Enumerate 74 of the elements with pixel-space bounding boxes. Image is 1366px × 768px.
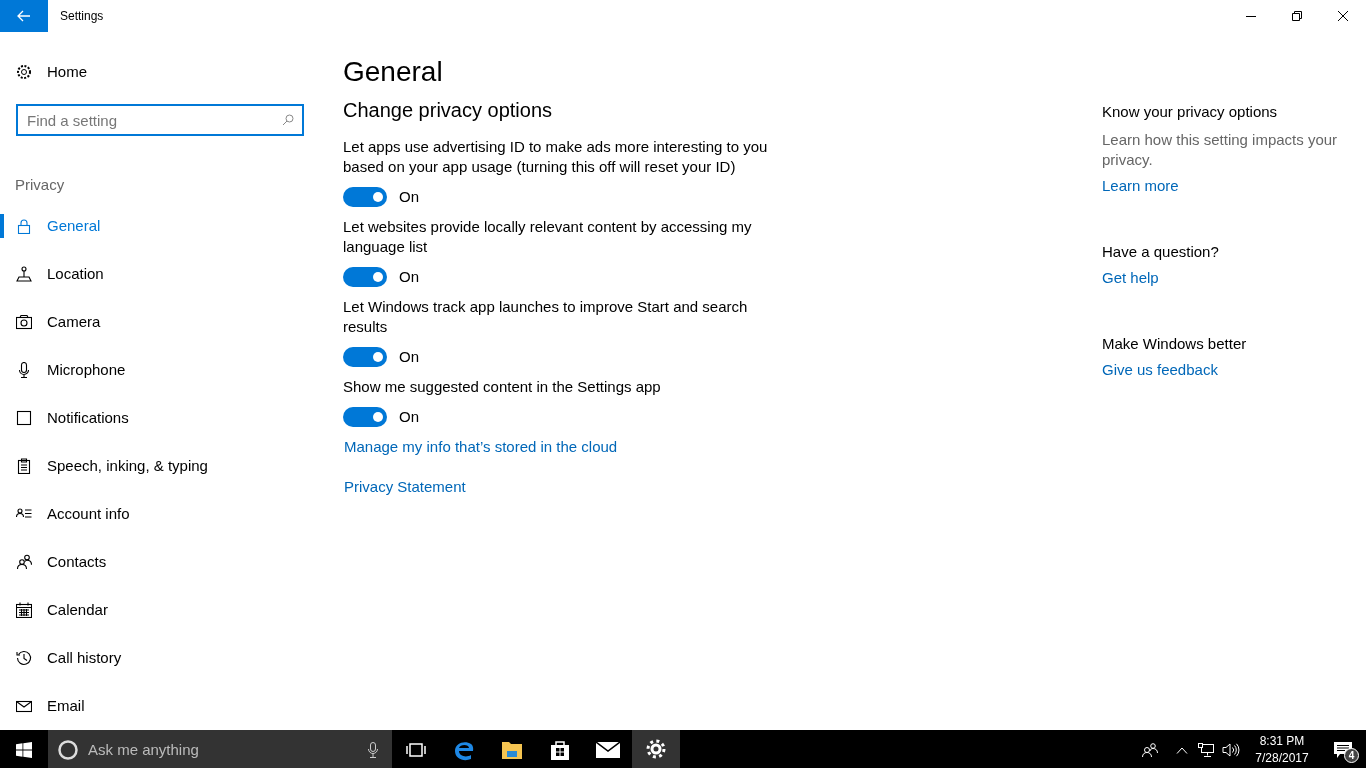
- toggle-switch[interactable]: [343, 407, 387, 427]
- toggle-state-label: On: [399, 406, 419, 427]
- setting-description: Show me suggested content in the Settings app: [343, 377, 662, 397]
- task-view-icon: [406, 743, 426, 757]
- privacy-nav-item[interactable]: Email: [0, 682, 320, 730]
- privacy-nav-item[interactable]: Notifications: [0, 394, 320, 442]
- windows-logo-icon: [16, 742, 32, 758]
- action-center-button[interactable]: 4: [1320, 730, 1366, 768]
- microphone-icon: [16, 362, 32, 378]
- gear-icon: [16, 64, 32, 80]
- circle-icon: [58, 740, 78, 760]
- square-icon: [16, 410, 32, 426]
- section-title: Change privacy options: [343, 98, 553, 123]
- toggle-switch[interactable]: [343, 187, 387, 207]
- aside-heading: Have a question?: [1102, 242, 1220, 262]
- network-icon: [1198, 743, 1214, 757]
- taskbar-search-field[interactable]: Ask me anything: [48, 730, 392, 768]
- person-pin-icon: [16, 266, 32, 282]
- back-button[interactable]: [0, 0, 48, 32]
- setting-description: Let apps use advertising ID to make ads more interesting to you based on your app usage (turning this off will reset your ID): [343, 137, 769, 177]
- link[interactable]: Privacy Statement: [344, 477, 466, 497]
- setting-description: Let websites provide locally relevant content by accessing my language list: [343, 217, 753, 257]
- restore-icon: [1292, 11, 1302, 21]
- letter-e-icon: [453, 739, 475, 761]
- minimize-icon: [1246, 15, 1256, 17]
- privacy-nav-item[interactable]: Speech, inking, & typing: [0, 442, 320, 490]
- window-title: Settings: [60, 8, 104, 25]
- toggle-state-label: On: [399, 346, 419, 367]
- folder-icon: [501, 740, 523, 760]
- people-icon: [1142, 743, 1158, 757]
- privacy-nav-item[interactable]: Location: [0, 250, 320, 298]
- calendar-icon: [16, 602, 32, 618]
- speaker-icon: [1222, 743, 1240, 757]
- settings-button[interactable]: [632, 730, 680, 768]
- clipboard-icon: [16, 458, 32, 474]
- setting-description: Let Windows track app launches to improve Start and search results: [343, 297, 749, 337]
- link[interactable]: Manage my info that’s stored in the cloud: [344, 437, 618, 457]
- aside-heading: Make Windows better: [1102, 334, 1248, 354]
- privacy-nav-item[interactable]: Call history: [0, 634, 320, 682]
- envelope-icon: [16, 698, 32, 714]
- privacy-nav-item[interactable]: General: [0, 202, 320, 250]
- search-icon: [282, 114, 294, 126]
- search-field[interactable]: Find a setting: [16, 104, 304, 136]
- section-heading: Privacy: [14, 175, 66, 195]
- clock-button[interactable]: 8:31 PM 7/28/2017: [1244, 730, 1320, 768]
- home-nav-item[interactable]: Home: [0, 52, 320, 92]
- aside-text: Learn how this setting impacts your privacy.: [1102, 130, 1339, 170]
- shopping-bag-icon: [550, 739, 570, 761]
- envelope-icon: [596, 742, 620, 758]
- chevron-up-icon: [1176, 746, 1188, 754]
- privacy-nav-item[interactable]: Account info: [0, 490, 320, 538]
- camera-icon: [16, 314, 32, 330]
- toggle-switch[interactable]: [343, 347, 387, 367]
- microphone-icon: [368, 742, 378, 758]
- back-arrow-icon: [17, 10, 31, 22]
- privacy-nav-item[interactable]: Calendar: [0, 586, 320, 634]
- clock-arrow-icon: [16, 650, 32, 666]
- privacy-nav-item[interactable]: Microphone: [0, 346, 320, 394]
- link[interactable]: Get help: [1102, 268, 1159, 288]
- gear-icon: [646, 739, 666, 759]
- notification-count-badge: 4: [1344, 748, 1359, 763]
- selection-indicator: [0, 214, 4, 238]
- close-icon: [1338, 11, 1348, 21]
- aside-heading: Know your privacy options: [1102, 102, 1279, 122]
- link[interactable]: Give us feedback: [1102, 360, 1218, 380]
- page-title: General: [343, 55, 444, 89]
- privacy-nav-item[interactable]: Contacts: [0, 538, 320, 586]
- toggle-switch[interactable]: [343, 267, 387, 287]
- lock-icon: [16, 218, 32, 234]
- link[interactable]: Learn more: [1102, 176, 1179, 196]
- toggle-state-label: On: [399, 186, 419, 207]
- toggle-state-label: On: [399, 266, 419, 287]
- people-icon: [16, 554, 32, 570]
- privacy-nav-item[interactable]: Camera: [0, 298, 320, 346]
